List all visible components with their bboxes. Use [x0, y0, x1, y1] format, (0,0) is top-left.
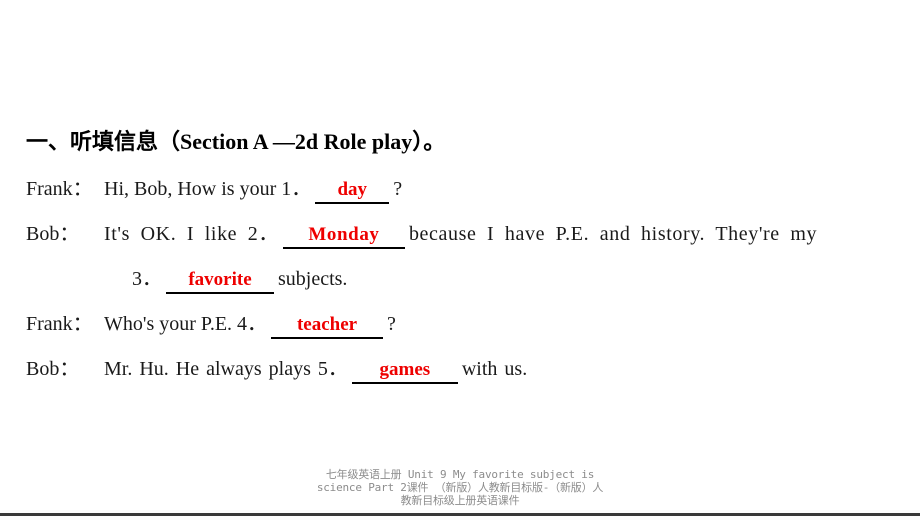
dialogue-line-5: Bob： Mr. Hu. He always plays 5． games with…	[26, 348, 910, 393]
sentence-1-before: Hi, Bob, How is your 1．	[104, 178, 312, 200]
sentence-3: 3． favorite subjects.	[132, 262, 347, 294]
speaker-label-bob-2: Bob：	[26, 358, 80, 380]
dialogue-line-3: 3． favorite subjects.	[26, 258, 910, 303]
sentence-5-after: with us.	[461, 358, 528, 380]
sentence-4-before: Who's your P.E. 4．	[104, 313, 268, 335]
sentence-2-before: It's OK. I like 2．	[104, 223, 279, 245]
footer-watermark: 七年级英语上册 Unit 9 My favorite subject is sc…	[0, 468, 920, 507]
dialogue-line-1: Frank： Hi, Bob, How is your 1． day?	[26, 168, 910, 213]
footer-line-1: 七年级英语上册 Unit 9 My favorite subject is	[325, 468, 595, 481]
sentence-5-before: Mr. Hu. He always plays 5．	[104, 358, 348, 380]
answer-blank-4[interactable]: teacher	[271, 314, 384, 339]
dialogue-block: Frank： Hi, Bob, How is your 1． day? Bob： …	[26, 168, 910, 393]
dialogue-line-4: Frank： Who's your P.E. 4． teacher?	[26, 303, 910, 348]
speaker-label-frank-2: Frank：	[26, 313, 93, 335]
sentence-3-after: subjects.	[278, 268, 348, 290]
sentence-2: It's OK. I like 2． Monday because I have P…	[104, 217, 817, 249]
sentence-4: Who's your P.E. 4． teacher?	[104, 307, 396, 339]
footer-line-3: 教新目标级上册英语课件	[400, 494, 520, 507]
sentence-4-after: ?	[387, 313, 396, 335]
answer-blank-1[interactable]: day	[315, 179, 390, 204]
sentence-5: Mr. Hu. He always plays 5． games with us.	[104, 352, 527, 384]
answer-blank-2[interactable]: Monday	[282, 224, 405, 249]
page-title: 一、听填信息（Section A —2d Role play）。	[26, 129, 446, 154]
sentence-2-after: because I have P.E. and history. They're…	[408, 223, 818, 245]
speaker-label-frank-1: Frank：	[26, 178, 93, 200]
answer-blank-3[interactable]: favorite	[166, 269, 274, 294]
sentence-3-before: 3．	[132, 268, 162, 290]
bottom-divider	[0, 513, 920, 516]
speaker-label-bob-1: Bob：	[26, 223, 80, 245]
slide-canvas: 一、听填信息（Section A —2d Role play）。 Frank： …	[0, 0, 920, 518]
dialogue-line-2: Bob： It's OK. I like 2． Monday because I h…	[26, 213, 910, 258]
footer-line-2: science Part 2课件 （新版）人教新目标版-（新版）人	[316, 481, 604, 494]
answer-blank-5[interactable]: games	[351, 359, 458, 384]
sentence-1-after: ?	[393, 178, 403, 200]
sentence-1: Hi, Bob, How is your 1． day?	[104, 172, 402, 204]
